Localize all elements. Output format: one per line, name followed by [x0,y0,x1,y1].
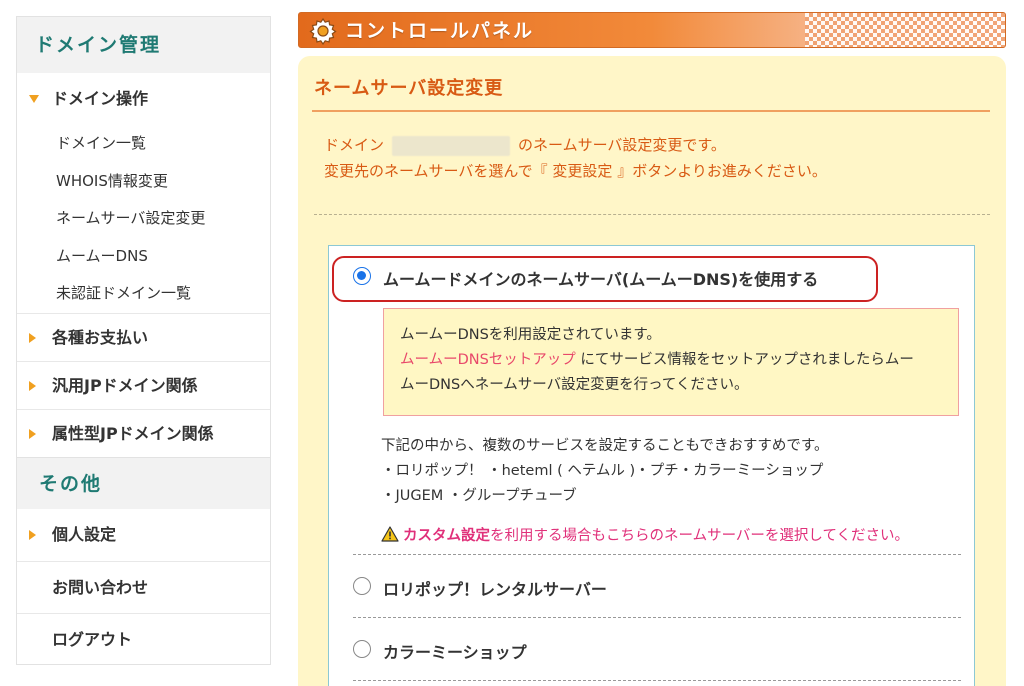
nameserver-panel: ネームサーバ設定変更 ドメイン のネームサーバ設定変更です。 変更先のネームサーバ… [298,56,1006,686]
warning-icon [381,526,399,542]
intro-prefix: ドメイン [324,136,385,154]
triangle-right-icon [29,529,36,540]
intro-suffix: のネームサーバ設定変更です。 [518,136,726,154]
desc-line1: 下記の中から、複数のサービスを設定することもできおすすめです。 [381,438,829,454]
dashed-divider [314,214,990,215]
selected-option-highlight [332,256,878,302]
control-panel-header: コントロールパネル [298,12,1006,48]
desc-line3: ・JUGEM ・グループチューブ [381,488,577,504]
intro-line2: 変更先のネームサーバを選んで『 変更設定 』ボタンよりお進みください。 [324,162,827,180]
nameserver-options: ムームードメインのネームサーバ(ムームーDNS)を使用する ムームーDNSを利用… [328,245,975,686]
sidebar-section-domain-operations[interactable]: ドメイン操作 [17,73,270,125]
info-line2-rest: にてサービス情報をセットアップされましたらムー [575,352,914,368]
sidebar-item-contact[interactable]: お問い合わせ [17,560,270,613]
redacted-domain [392,135,511,156]
header-checker-pattern [805,13,1005,47]
option-label-lolipop: ロリポップ！レンタルサーバー [383,580,607,599]
sidebar-item-domain-list[interactable]: ドメイン一覧 [17,125,270,163]
desc-line2: ・ロリポップ！ ・heteml ( ヘテムル )・プチ・カラーミーショップ [381,463,824,479]
option-label-colorme: カラーミーショップ [383,643,527,662]
sidebar-section-attribute-jp[interactable]: 属性型JPドメイン関係 [17,408,270,457]
triangle-right-icon [29,380,36,391]
sidebar-item-unverified[interactable]: 未認証ドメイン一覧 [17,275,270,313]
gear-icon [309,17,337,45]
option-separator [353,680,961,681]
radio-colorme[interactable] [353,640,371,658]
intro-text: ドメイン のネームサーバ設定変更です。 変更先のネームサーバを選んで『 変更設定 … [324,132,827,184]
sidebar-section-payments[interactable]: 各種お支払い [17,312,270,361]
sidebar-section-label: ドメイン操作 [52,89,149,108]
triangle-right-icon [29,428,36,439]
triangle-right-icon [29,332,36,343]
sidebar-section-label: 個人設定 [52,524,117,544]
sidebar-item-whois[interactable]: WHOIS情報変更 [17,163,270,201]
warn-bold: カスタム設定 [403,528,490,544]
sidebar-section-label: 属性型JPドメイン関係 [52,423,214,443]
sidebar-item-logout[interactable]: ログアウト [17,612,270,665]
option-separator [353,617,961,618]
radio-lolipop[interactable] [353,577,371,595]
panel-title: ネームサーバ設定変更 [314,78,504,99]
sidebar-section-personal[interactable]: 個人設定 [17,509,270,561]
sidebar-section-label: 汎用JPドメイン関係 [52,375,198,395]
header-title: コントロールパネル [345,20,535,42]
sidebar: ドメイン管理 ドメイン操作 ドメイン一覧 WHOIS情報変更 ネームサーバ設定変… [16,16,271,665]
warn-rest: を利用する場合もこちらのネームサーバーを選択してください。 [490,528,910,544]
recommendation-text: 下記の中から、複数のサービスを設定することもできおすすめです。 ・ロリポップ！ … [381,434,828,509]
sidebar-header-domain-management: ドメイン管理 [17,17,270,73]
muumuu-dns-info-box: ムームーDNSを利用設定されています。 ムームーDNSセットアップ にてサービス… [383,308,959,416]
info-line1: ムームーDNSを利用設定されています。 [400,327,661,343]
option-separator [353,554,961,555]
triangle-down-icon [29,95,39,103]
sidebar-section-generic-jp[interactable]: 汎用JPドメイン関係 [17,360,270,409]
sidebar-item-muumuu-dns[interactable]: ムームーDNS [17,238,270,276]
sidebar-header-other: その他 [17,456,270,509]
custom-setting-warning: カスタム設定を利用する場合もこちらのネームサーバーを選択してください。 [381,524,909,545]
muumuu-dns-setup-link[interactable]: ムームーDNSセットアップ [400,352,576,368]
info-line3: ムーDNSへネームサーバ設定変更を行ってください。 [400,377,749,393]
panel-title-rule [312,110,990,112]
sidebar-item-nameserver[interactable]: ネームサーバ設定変更 [17,200,270,238]
sidebar-section-label: 各種お支払い [52,327,149,347]
